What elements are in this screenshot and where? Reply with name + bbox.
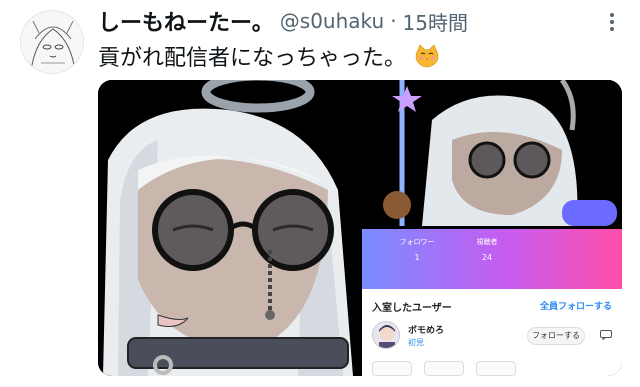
user-name: ボモめろ (408, 326, 445, 336)
user-card[interactable] (424, 361, 464, 376)
chat-icon[interactable] (600, 330, 612, 340)
user-cards-row (372, 361, 612, 376)
vtuber-closeup-illustration (98, 80, 359, 376)
user-avatar[interactable] (372, 321, 400, 349)
stats-banner: フォロワー 1 視聴者 24 (362, 229, 622, 289)
stream-preview-illustration (362, 80, 622, 226)
kissing-cat-emoji-icon (415, 44, 439, 68)
follow-all-link[interactable]: 全員フォローする (540, 299, 612, 312)
user-card[interactable] (476, 361, 516, 376)
user-card[interactable] (372, 361, 412, 376)
media-image-app-screenshot[interactable]: フォロワー 1 視聴者 24 入室したユーザー 全員フォローする ボモめろ 初見… (362, 229, 622, 376)
tweet-header: しーもねーたー。 @s0uhaku · 15時間 (98, 6, 610, 36)
stat-label: 視聴者 (476, 238, 498, 246)
more-options-icon[interactable] (602, 12, 622, 32)
follow-button[interactable]: フォローする (527, 327, 585, 345)
room-users-title: 入室したユーザー (372, 303, 452, 314)
stat-viewers: 視聴者 24 (442, 237, 532, 262)
display-name[interactable]: しーもねーたー。 (98, 5, 274, 37)
media-grid[interactable]: フォロワー 1 視聴者 24 入室したユーザー 全員フォローする ボモめろ 初見… (98, 80, 622, 376)
timestamp[interactable]: 15時間 (403, 7, 468, 36)
user-handle[interactable]: @s0uhaku (280, 9, 384, 33)
avatar-sketch-illustration (21, 11, 83, 73)
author-avatar[interactable] (20, 10, 84, 74)
separator-dot: · (390, 9, 397, 33)
user-badge: 初見 (408, 338, 424, 347)
tweet-text: 貢がれ配信者になっちゃった。 (98, 46, 407, 71)
stat-value: 24 (481, 253, 493, 262)
stat-label: フォロワー (399, 238, 435, 246)
media-image-avatar-closeup[interactable] (98, 80, 359, 376)
tweet-body: 貢がれ配信者になっちゃった。 (98, 40, 440, 72)
user-avatar-illustration (373, 322, 399, 348)
media-image-stream-preview[interactable] (362, 80, 622, 226)
user-row[interactable]: ボモめろ 初見 フォローする (372, 321, 612, 351)
